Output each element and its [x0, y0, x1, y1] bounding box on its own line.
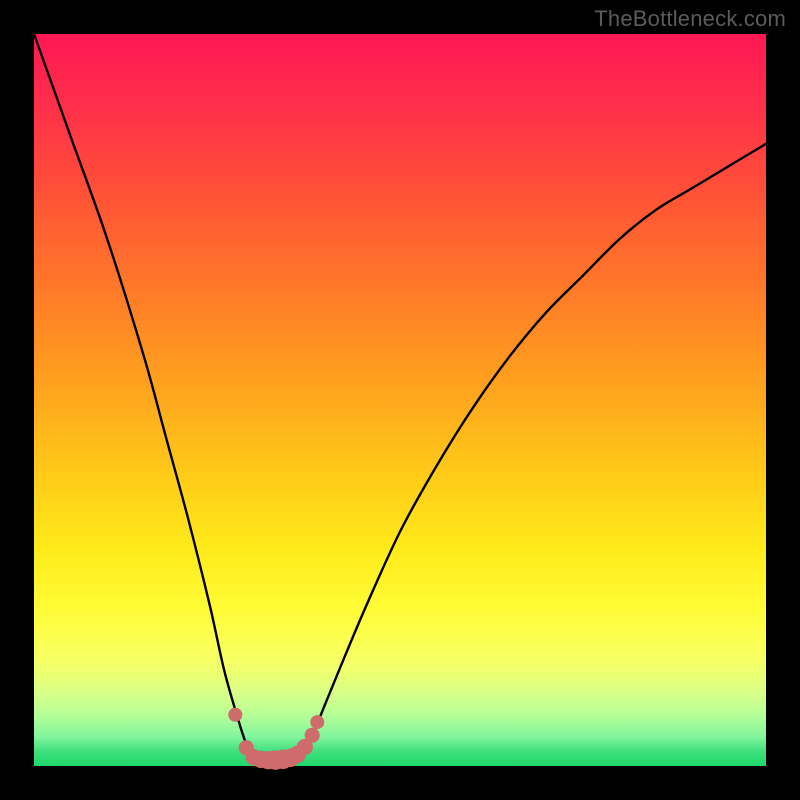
bottleneck-curve — [34, 34, 766, 760]
highlight-dot — [305, 728, 320, 743]
highlight-dot — [310, 715, 324, 729]
watermark-text: TheBottleneck.com — [594, 6, 786, 32]
highlight-dots — [228, 708, 324, 770]
curve-layer — [34, 34, 766, 766]
chart-frame: TheBottleneck.com — [0, 0, 800, 800]
plot-area — [34, 34, 766, 766]
highlight-dot — [228, 708, 242, 722]
